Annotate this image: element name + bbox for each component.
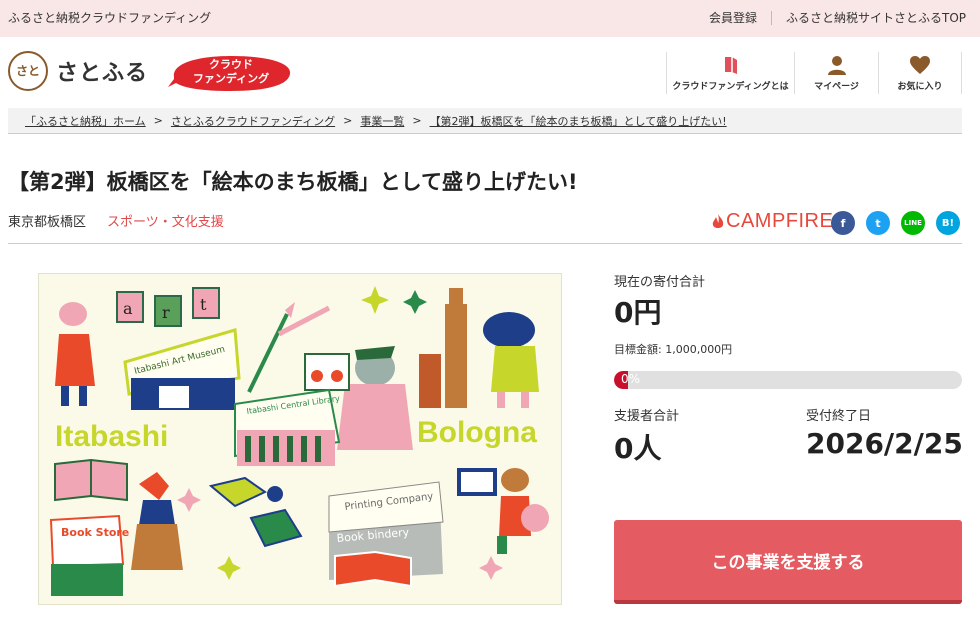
- hero-itabashi-text: Itabashi: [55, 420, 168, 453]
- logo-mark: さと: [8, 51, 48, 91]
- crowdfunding-badge[interactable]: クラウド ファンディング: [168, 53, 294, 93]
- breadcrumb-separator: >: [153, 114, 163, 127]
- project-category[interactable]: スポーツ・文化支援: [107, 211, 224, 230]
- site-name: ふるさと納税クラウドファンディング: [8, 11, 212, 25]
- share-buttons: f t LINE B!: [831, 211, 971, 235]
- heart-icon: [910, 56, 930, 74]
- satofull-logo[interactable]: さと さとふる: [8, 51, 148, 91]
- top-bar: ふるさと納税クラウドファンディング 会員登録 ふるさと納税サイトさとふるTOP: [0, 0, 980, 37]
- partner-name: CAMPFIRE: [726, 210, 834, 232]
- deadline-value: 2026/2/25: [806, 427, 963, 460]
- header: さと さとふる クラウド ファンディング クラウドファンディングとは マイページ: [0, 37, 980, 103]
- register-link[interactable]: 会員登録: [709, 9, 757, 26]
- link-divider: [770, 10, 772, 25]
- book-icon: [724, 57, 737, 74]
- facebook-icon[interactable]: f: [831, 211, 855, 235]
- breadcrumb-home[interactable]: 「ふるさと納税」ホーム: [25, 113, 146, 129]
- funding-progress-bar: 0%: [614, 371, 962, 389]
- progress-percent: 0%: [621, 372, 641, 386]
- breadcrumb: 「ふるさと納税」ホーム > さとふるクラウドファンディング > 事業一覧 > 【…: [8, 108, 962, 134]
- breadcrumb-separator: >: [343, 114, 353, 127]
- hero-bologna-text: Bologna: [417, 416, 537, 449]
- top-links: 会員登録 ふるさと納税サイトさとふるTOP: [709, 9, 966, 26]
- badge-line2: ファンディング: [192, 72, 270, 85]
- total-donations-label: 現在の寄付合計: [614, 275, 706, 290]
- hero-letter-a: a: [123, 299, 133, 318]
- support-project-button[interactable]: この事業を支援する: [614, 520, 962, 604]
- header-nav: クラウドファンディングとは マイページ お気に入り: [666, 52, 962, 94]
- breadcrumb-crowdfunding[interactable]: さとふるクラウドファンディング: [171, 113, 335, 129]
- deadline-label: 受付終了日: [806, 409, 872, 424]
- flame-icon: [712, 213, 724, 228]
- nav-mypage[interactable]: マイページ: [794, 52, 878, 94]
- satofull-top-link[interactable]: ふるさと納税サイトさとふるTOP: [786, 9, 966, 26]
- nav-favorites[interactable]: お気に入り: [878, 52, 962, 94]
- project-region[interactable]: 東京都板橋区: [8, 211, 86, 230]
- campfire-logo[interactable]: CAMPFIRE: [712, 210, 833, 233]
- twitter-icon[interactable]: t: [866, 211, 890, 235]
- hero-illustration: a r t Itabashi Art Museum Itabashi Centr…: [49, 286, 549, 596]
- goal-amount: 目標金額: 1,000,000円: [614, 343, 733, 356]
- user-icon: [827, 56, 846, 75]
- hero-book-store-text: Book Store: [61, 526, 129, 539]
- breadcrumb-current[interactable]: 【第2弾】板橋区を「絵本のまち板橋」として盛り上げたい!: [430, 113, 727, 129]
- nav-label: クラウドファンディングとは: [672, 82, 789, 92]
- badge-line1: クラウド: [209, 58, 253, 71]
- total-donations-value: 0円: [614, 296, 662, 329]
- supporters-label: 支援者合計: [614, 409, 680, 424]
- hero-letter-t: t: [200, 295, 207, 314]
- hero-letter-r: r: [162, 303, 170, 322]
- nav-about-crowdfunding[interactable]: クラウドファンディングとは: [666, 52, 794, 94]
- nav-label: お気に入り: [897, 82, 943, 92]
- hatena-icon[interactable]: B!: [936, 211, 960, 235]
- page-title: 【第2弾】板橋区を「絵本のまち板橋」として盛り上げたい!: [8, 170, 578, 194]
- breadcrumb-separator: >: [412, 114, 422, 127]
- logo-text: さとふる: [56, 61, 149, 86]
- project-hero-image: a r t Itabashi Art Museum Itabashi Centr…: [38, 273, 562, 605]
- section-divider: [8, 243, 962, 244]
- nav-label: マイページ: [814, 82, 859, 92]
- supporters-value: 0人: [614, 432, 662, 465]
- breadcrumb-projects[interactable]: 事業一覧: [360, 113, 404, 129]
- line-icon[interactable]: LINE: [901, 211, 925, 235]
